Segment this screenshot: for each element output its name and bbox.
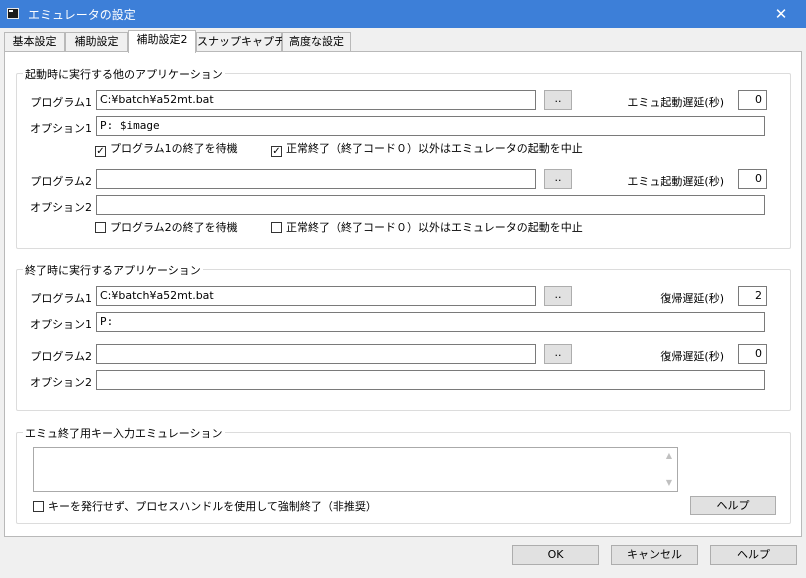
window-title: エミュレータの設定 [28, 8, 136, 22]
abort1-check-icon: ✓ [271, 146, 282, 157]
startup-delay2-label: エミュ起動遅延(秒) [627, 175, 724, 188]
startup-wait1-checkbox[interactable]: ✓ プログラム1の終了を待機 [95, 142, 238, 157]
startup-program1-input[interactable]: C:¥batch¥a52mt.bat [96, 90, 536, 110]
startup-group: 起動時に実行する他のアプリケーション プログラム1 C:¥batch¥a52mt… [16, 66, 791, 249]
startup-program2-input[interactable] [96, 169, 536, 189]
exit-program2-label: プログラム2 [30, 350, 92, 363]
startup-wait2-label: プログラム2の終了を待機 [110, 221, 238, 234]
tab-basic[interactable]: 基本設定 [4, 32, 65, 52]
exit-group: 終了時に実行するアプリケーション プログラム1 C:¥batch¥a52mt.b… [16, 262, 791, 411]
startup-abort2-checkbox[interactable]: 正常終了（終了コード０）以外はエミュレータの起動を中止 [271, 221, 583, 235]
exit-group-legend: 終了時に実行するアプリケーション [23, 262, 203, 278]
exit-delay2-label: 復帰遅延(秒) [660, 350, 724, 363]
exit-program1-input[interactable]: C:¥batch¥a52mt.bat [96, 286, 536, 306]
force-kill-label: キーを発行せず、プロセスハンドルを使用して強制終了（非推奨） [48, 500, 377, 513]
startup-program2-label: プログラム2 [30, 175, 92, 188]
wait1-check-icon: ✓ [95, 146, 106, 157]
exit-program2-input[interactable] [96, 344, 536, 364]
ok-button[interactable]: OK [512, 545, 599, 565]
key-emulation-textarea[interactable]: ▲ ▼ [33, 447, 678, 492]
scroll-down-icon[interactable]: ▼ [663, 477, 675, 489]
startup-wait1-label: プログラム1の終了を待機 [110, 142, 238, 155]
startup-option1-label: オプション1 [30, 122, 92, 135]
startup-delay2-input[interactable]: 0 [738, 169, 767, 189]
exit-program2-browse-button[interactable]: .. [544, 344, 572, 364]
startup-option1-input[interactable]: P: $image [96, 116, 765, 136]
startup-abort1-checkbox[interactable]: ✓ 正常終了（終了コード０）以外はエミュレータの起動を中止 [271, 142, 583, 157]
exit-program1-browse-button[interactable]: .. [544, 286, 572, 306]
app-icon [7, 8, 19, 19]
exit-option2-input[interactable] [96, 370, 765, 390]
key-help-button[interactable]: ヘルプ [690, 496, 776, 515]
title-bar: エミュレータの設定 ✕ [0, 0, 806, 28]
startup-abort2-label: 正常終了（終了コード０）以外はエミュレータの起動を中止 [286, 221, 583, 234]
tab-snap-capture[interactable]: スナップキャプチャ [196, 32, 296, 52]
help-button[interactable]: ヘルプ [710, 545, 797, 565]
startup-abort1-label: 正常終了（終了コード０）以外はエミュレータの起動を中止 [286, 142, 583, 155]
abort2-check-icon [271, 222, 282, 233]
tab-aux2[interactable]: 補助設定2 [128, 30, 196, 53]
startup-delay1-label: エミュ起動遅延(秒) [627, 96, 724, 109]
tab-advanced[interactable]: 高度な設定 [282, 32, 351, 52]
startup-wait2-checkbox[interactable]: プログラム2の終了を待機 [95, 221, 238, 235]
key-emulation-group: エミュ終了用キー入力エミュレーション ▲ ▼ キーを発行せず、プロセスハンドルを… [16, 425, 791, 524]
exit-option2-label: オプション2 [30, 376, 92, 389]
force-kill-check-icon [33, 501, 44, 512]
cancel-button[interactable]: キャンセル [611, 545, 698, 565]
exit-delay2-input[interactable]: 0 [738, 344, 767, 364]
key-group-legend: エミュ終了用キー入力エミュレーション [23, 425, 225, 441]
startup-program2-browse-button[interactable]: .. [544, 169, 572, 189]
exit-delay1-label: 復帰遅延(秒) [660, 292, 724, 305]
close-icon[interactable]: ✕ [770, 3, 792, 25]
startup-program1-label: プログラム1 [30, 96, 92, 109]
exit-option1-input[interactable]: P: [96, 312, 765, 332]
wait2-check-icon [95, 222, 106, 233]
startup-program1-browse-button[interactable]: .. [544, 90, 572, 110]
startup-option2-label: オプション2 [30, 201, 92, 214]
exit-option1-label: オプション1 [30, 318, 92, 331]
exit-program1-label: プログラム1 [30, 292, 92, 305]
tab-panel: 起動時に実行する他のアプリケーション プログラム1 C:¥batch¥a52mt… [4, 51, 802, 537]
tab-aux[interactable]: 補助設定 [65, 32, 128, 52]
startup-delay1-input[interactable]: 0 [738, 90, 767, 110]
scroll-up-icon[interactable]: ▲ [663, 450, 675, 462]
startup-group-legend: 起動時に実行する他のアプリケーション [23, 66, 225, 82]
startup-option2-input[interactable] [96, 195, 765, 215]
exit-delay1-input[interactable]: 2 [738, 286, 767, 306]
force-kill-checkbox[interactable]: キーを発行せず、プロセスハンドルを使用して強制終了（非推奨） [33, 500, 377, 514]
tab-strip: 基本設定 補助設定 補助設定2 スナップキャプチャ 高度な設定 [4, 30, 802, 53]
